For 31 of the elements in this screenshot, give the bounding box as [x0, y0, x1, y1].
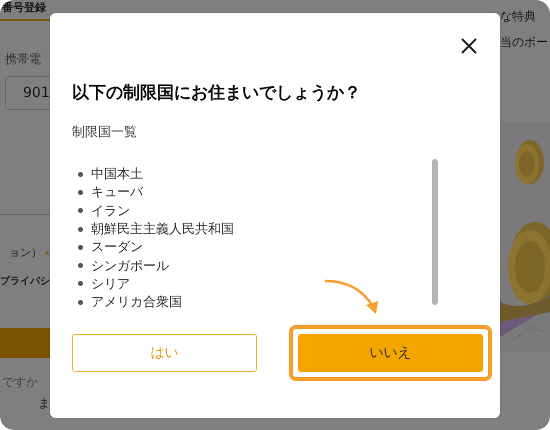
- country-item: シリア: [91, 276, 130, 293]
- bullet-icon: [78, 190, 83, 195]
- country-item: スーダン: [91, 239, 143, 256]
- country-item: 朝鮮民主主義人民共和国: [91, 221, 234, 238]
- country-item: 中国本土: [91, 166, 143, 184]
- country-item: アメリカ合衆国: [91, 294, 182, 312]
- privacy-text: プライバシ: [0, 274, 50, 288]
- option-text: ョン）: [9, 245, 42, 260]
- yes-button[interactable]: はい: [72, 334, 257, 372]
- country-item: キューバ: [91, 184, 143, 202]
- bullet-icon: [78, 263, 83, 268]
- promo-text: 当のボー: [500, 34, 549, 51]
- country-item: イラン: [91, 202, 130, 220]
- country-item: シンガポール: [91, 258, 169, 275]
- promo-text: な特典: [500, 8, 537, 25]
- submit-button-background: [0, 328, 50, 358]
- bullet-icon: [78, 172, 83, 177]
- question-text: ですか: [1, 374, 38, 391]
- dialog-title: 以下の制限国にお住まいでしょうか？: [72, 82, 362, 105]
- field-label: 携帯電: [5, 51, 41, 68]
- bullet-icon: [78, 226, 83, 232]
- no-button[interactable]: いいえ: [298, 334, 483, 372]
- list-heading: 制限国一覧: [72, 124, 138, 141]
- bullet-icon: [78, 208, 83, 214]
- scrollbar[interactable]: [432, 159, 438, 305]
- bullet-icon: [78, 281, 83, 286]
- bullet-icon: [78, 244, 83, 250]
- star-icon: [44, 250, 50, 256]
- link-text[interactable]: ま: [38, 395, 50, 412]
- bullet-icon: [78, 300, 83, 305]
- close-icon[interactable]: [460, 37, 478, 55]
